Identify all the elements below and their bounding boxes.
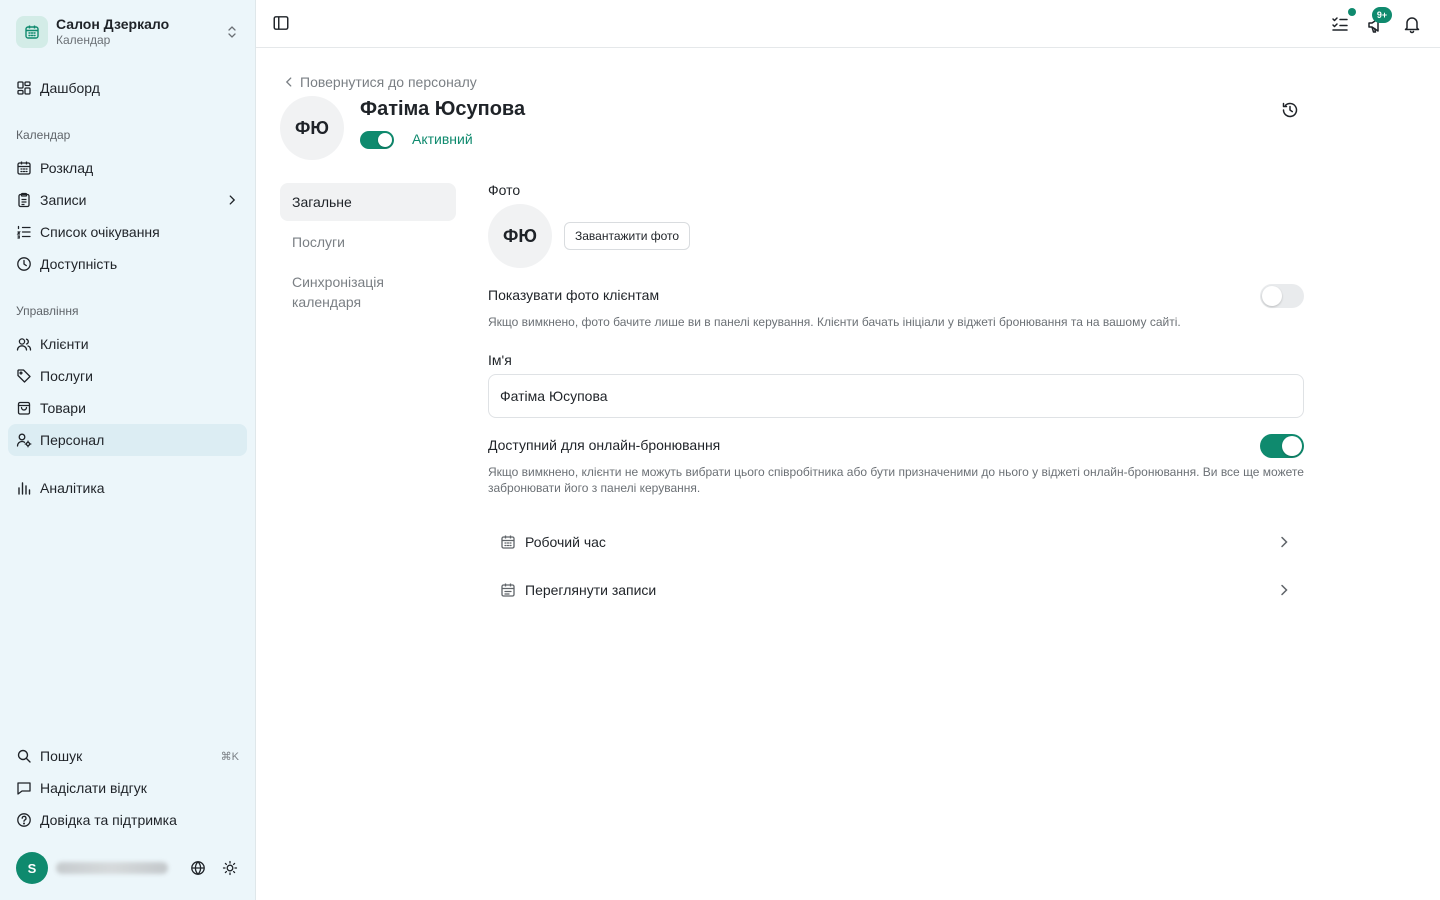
calendar-list-icon <box>501 583 515 597</box>
clock-icon <box>17 257 31 271</box>
calendar-icon <box>16 16 48 48</box>
toggle-knob <box>1262 286 1282 306</box>
show-photo-help: Якщо вимкнено, фото бачите лише ви в пан… <box>488 315 1181 329</box>
section-title-calendar: Календар <box>16 128 71 142</box>
sidebar-item-services[interactable]: Послуги <box>8 360 247 392</box>
sidebar-item-label: Аналітика <box>40 480 105 496</box>
sidebar-item-analytics[interactable]: Аналітика <box>8 472 247 504</box>
sidebar-item-label: Послуги <box>40 368 93 384</box>
back-link-label: Повернутися до персоналу <box>300 74 477 90</box>
sidebar-item-label: Доступність <box>40 256 118 272</box>
search-icon <box>17 749 31 763</box>
toggle-knob <box>378 133 392 147</box>
name-field[interactable] <box>488 374 1304 418</box>
clipboard-icon <box>18 192 30 208</box>
tag-icon <box>17 369 31 383</box>
user-email-redacted <box>56 862 168 874</box>
back-to-staff-link[interactable]: Повернутися до персоналу <box>282 72 477 92</box>
user-menu[interactable]: S <box>16 852 244 884</box>
chevron-right-icon <box>1281 584 1288 596</box>
sidebar-item-label: Розклад <box>40 160 94 176</box>
sidebar-toggle-icon[interactable] <box>272 14 290 32</box>
bell-icon[interactable] <box>1402 14 1422 34</box>
top-bar: 9+ <box>256 0 1440 48</box>
sidebar-item-help[interactable]: Довідка та підтримка <box>8 804 247 836</box>
chevron-right-icon <box>229 195 236 205</box>
message-square-icon <box>17 782 31 795</box>
sidebar-item-label: Записи <box>40 192 87 208</box>
show-photo-label: Показувати фото клієнтам <box>488 287 660 303</box>
bar-chart-icon <box>18 482 31 495</box>
calendar-grid-icon <box>17 161 31 175</box>
sidebar-item-search[interactable]: Пошук ⌘K <box>8 740 247 772</box>
sidebar-item-availability[interactable]: Доступність <box>8 248 247 280</box>
online-booking-label: Доступний для онлайн-бронювання <box>488 437 721 453</box>
sidebar-item-dashboard[interactable]: Дашборд <box>8 72 247 104</box>
dashboard-icon <box>17 81 31 95</box>
sidebar-item-label: Клієнти <box>40 336 89 352</box>
working-hours-link[interactable]: Робочий час <box>488 520 1304 564</box>
shopping-bag-icon <box>17 401 31 415</box>
chevron-right-icon <box>1281 536 1288 548</box>
link-label: Переглянути записи <box>525 582 657 598</box>
sidebar-item-waitlist[interactable]: Список очікування <box>8 216 247 248</box>
sidebar-item-label: Дашборд <box>40 80 100 96</box>
checklist-icon[interactable] <box>1330 14 1350 34</box>
globe-icon[interactable] <box>190 860 206 876</box>
active-status-toggle[interactable] <box>360 131 394 149</box>
search-shortcut: ⌘K <box>220 750 239 763</box>
sun-icon[interactable] <box>222 860 238 876</box>
notifications-badge: 9+ <box>1372 7 1392 23</box>
sidebar-item-staff[interactable]: Персонал <box>8 424 247 456</box>
org-name: Салон Дзеркало <box>56 16 170 32</box>
sidebar: Салон Дзеркало Календар Дашборд Календар… <box>0 0 256 900</box>
name-label: Ім'я <box>488 352 512 368</box>
sidebar-item-clients[interactable]: Клієнти <box>8 328 247 360</box>
list-ordered-icon <box>16 225 31 239</box>
upload-photo-button[interactable]: Завантажити фото <box>564 222 691 250</box>
sidebar-item-label: Довідка та підтримка <box>40 812 177 828</box>
sidebar-item-feedback[interactable]: Надіслати відгук <box>8 772 247 804</box>
avatar[interactable]: S <box>16 852 48 884</box>
tab-services[interactable]: Послуги <box>280 223 456 261</box>
history-icon[interactable] <box>1280 100 1300 120</box>
sidebar-item-appointments[interactable]: Записи <box>8 184 247 216</box>
show-photo-toggle[interactable] <box>1260 284 1304 308</box>
org-subtitle: Календар <box>56 33 111 47</box>
photo-label: Фото <box>488 182 521 198</box>
sidebar-item-label: Надіслати відгук <box>40 780 147 796</box>
calendar-icon <box>501 535 515 549</box>
toggle-knob <box>1282 436 1302 456</box>
chevron-left-icon <box>285 77 292 87</box>
tasks-indicator-dot <box>1348 8 1356 16</box>
page-title: Фатіма Юсупова <box>360 98 526 120</box>
help-circle-icon <box>17 813 31 827</box>
tab-calendar-sync[interactable]: Синхронізація календаря <box>280 263 456 321</box>
sidebar-item-label: Товари <box>40 400 86 416</box>
chevrons-up-down-icon <box>228 26 236 38</box>
users-icon <box>16 338 32 351</box>
section-title-manage: Управління <box>16 304 79 318</box>
online-booking-help: Якщо вимкнено, клієнти не можуть вибрати… <box>488 465 1304 495</box>
sidebar-item-schedule[interactable]: Розклад <box>8 152 247 184</box>
sidebar-item-label: Список очікування <box>40 224 160 240</box>
online-booking-toggle[interactable] <box>1260 434 1304 458</box>
sidebar-item-products[interactable]: Товари <box>8 392 247 424</box>
photo-avatar: ФЮ <box>488 204 552 268</box>
status-label: Активний <box>412 131 473 147</box>
link-label: Робочий час <box>525 534 606 550</box>
tab-general[interactable]: Загальне <box>280 183 456 221</box>
staff-avatar: ФЮ <box>280 96 344 160</box>
user-cog-icon <box>16 433 32 448</box>
org-switcher[interactable]: Салон Дзеркало Календар <box>8 8 248 56</box>
view-appointments-link[interactable]: Переглянути записи <box>488 568 1304 612</box>
sidebar-item-label: Пошук <box>40 748 83 764</box>
sidebar-item-label: Персонал <box>40 432 105 448</box>
